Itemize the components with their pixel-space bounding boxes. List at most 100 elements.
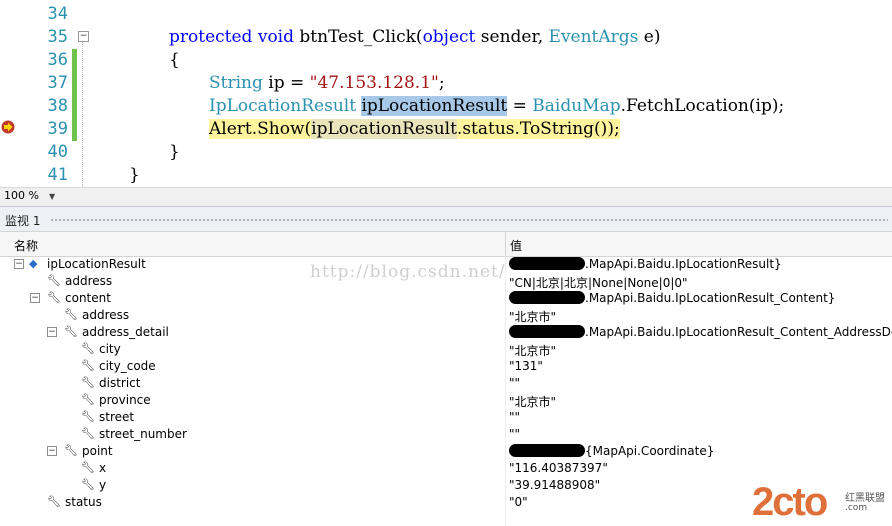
param: sender, (475, 27, 549, 47)
keyword: protected (169, 27, 253, 47)
watch-row-name: street_number (99, 427, 187, 441)
watch-row[interactable]: 🔧︎ x "116.40387397" (0, 460, 892, 477)
collapse-icon[interactable]: − (47, 446, 57, 456)
line-number: 41 (47, 165, 68, 185)
collapse-icon[interactable]: − (14, 259, 24, 269)
watch-row[interactable]: − 🔧︎ address_detail .MapApi.Baidu.IpLoca… (0, 324, 892, 341)
wrench-icon: 🔧︎ (81, 393, 95, 406)
redaction-mark (509, 257, 585, 270)
wrench-icon: 🔧︎ (64, 308, 78, 321)
watch-row-name: y (99, 478, 107, 492)
wrench-icon: 🔧︎ (81, 359, 95, 372)
param: e) (638, 27, 661, 47)
watch-row[interactable]: 🔧︎ district "" (0, 375, 892, 392)
code-line-36: { (169, 50, 180, 70)
watch-row[interactable]: 🔧︎ street_number "" (0, 426, 892, 443)
watch-row-name: x (99, 461, 107, 475)
watch-row-name: street (99, 410, 135, 424)
type-name: IpLocationResult (209, 96, 357, 116)
line-number: 35 (47, 27, 68, 47)
wrench-icon: 🔧︎ (64, 444, 78, 457)
type-name: EventArgs (548, 27, 639, 47)
wrench-icon: 🔧︎ (81, 410, 95, 423)
watch-row-name: district (99, 376, 141, 390)
watch-row[interactable]: 🔧︎ province "北京市" (0, 392, 892, 409)
watch-row-value: .MapApi.Baidu.IpLocationResult_Content} (509, 291, 835, 305)
watch-row-value: "CN|北京|北京|None|None|0|0" (509, 276, 688, 290)
column-header-value[interactable]: 值 (510, 237, 522, 254)
code-editor[interactable]: 34 35 36 37 38 39 40 41 − protected void… (0, 0, 892, 187)
watch-grid-header: 名称 值 (0, 231, 892, 257)
code-text: = (507, 96, 533, 116)
watch-window-titlebar[interactable]: 监视 1 (0, 206, 892, 231)
collapse-region-icon[interactable]: − (78, 31, 89, 42)
watch-row-name: address (65, 274, 113, 288)
wrench-icon: 🔧︎ (47, 495, 61, 508)
code-text: .FetchLocation(ip); (620, 96, 785, 116)
watermark-text: http://blog.csdn.net/ (310, 262, 506, 282)
watch-row-value: "131" (509, 359, 543, 373)
watch-row-value: "" (509, 427, 521, 441)
current-statement: Alert.Show( (209, 119, 312, 139)
watch-row-value: "" (509, 410, 521, 424)
editor-status-bar: 100 % ▼ (0, 187, 892, 206)
type-name: BaiduMap (532, 96, 621, 116)
watch-row-value: "北京市" (509, 344, 557, 358)
watch-row[interactable]: 🔧︎ street "" (0, 409, 892, 426)
drag-grip[interactable] (50, 218, 888, 223)
watch-row-value: .MapApi.Baidu.IpLocationResult} (509, 257, 782, 271)
redaction-mark (509, 325, 585, 338)
watch-row-name: province (99, 393, 151, 407)
wrench-icon: 🔧︎ (81, 478, 95, 491)
code-line-35: protected void btnTest_Click(object send… (169, 26, 661, 49)
watch-window-title: 监视 1 (5, 214, 41, 228)
column-header-name[interactable]: 名称 (14, 237, 38, 254)
watch-row[interactable]: − 🔧︎ content .MapApi.Baidu.IpLocationRes… (0, 290, 892, 307)
wrench-icon: 🔧︎ (81, 342, 95, 355)
watch-row[interactable]: 🔧︎ city "北京市" (0, 341, 892, 358)
zoom-level: 100 % (4, 189, 39, 202)
change-tracking-bar (72, 49, 77, 141)
highlighted-reference[interactable]: ipLocationResult (361, 96, 508, 116)
watch-row-name: address (82, 308, 130, 322)
watch-row[interactable]: 🔧︎ address "北京市" (0, 307, 892, 324)
object-icon: ◆ (29, 257, 38, 270)
watch-row-name: ipLocationResult (47, 257, 146, 271)
keyword: object (422, 27, 476, 47)
zoom-dropdown[interactable]: 100 % ▼ (4, 189, 55, 202)
line-number: 36 (47, 50, 68, 70)
column-divider[interactable] (505, 232, 506, 256)
watch-row-value: "" (509, 376, 521, 390)
current-statement: .status.ToString()); (456, 119, 620, 139)
watch-row-name: address_detail (82, 325, 169, 339)
wrench-icon: 🔧︎ (47, 274, 61, 287)
wrench-icon: 🔧︎ (81, 427, 95, 440)
type-name: String (209, 73, 263, 93)
wrench-icon: 🔧︎ (81, 461, 95, 474)
keyword: void (257, 27, 295, 47)
highlighted-reference[interactable]: ipLocationResult (311, 119, 457, 139)
method-name: btnTest_Click( (299, 27, 423, 47)
watch-row-value: .MapApi.Baidu.IpLocationResult_Content_A… (509, 325, 892, 339)
watch-row-name: city (99, 342, 121, 356)
breakpoint-arrow-icon[interactable] (1, 120, 15, 134)
watch-row-name: city_code (99, 359, 156, 373)
chevron-down-icon: ▼ (48, 192, 56, 201)
watch-row[interactable]: 🔧︎ city_code "131" (0, 358, 892, 375)
site-logo-url: .com (845, 503, 868, 513)
line-number: 38 (47, 96, 68, 116)
watch-row[interactable]: − 🔧︎ point {MapApi.Coordinate} (0, 443, 892, 460)
redaction-mark (509, 444, 585, 457)
line-number: 40 (47, 142, 68, 162)
watch-row-name: content (65, 291, 111, 305)
collapse-icon[interactable]: − (30, 293, 40, 303)
collapse-icon[interactable]: − (47, 327, 57, 337)
watch-row-name: status (65, 495, 102, 509)
watch-row-value: "39.91488908" (509, 478, 601, 492)
watch-row-value: "116.40387397" (509, 461, 608, 475)
redaction-mark (509, 291, 585, 304)
code-line-40: } (169, 142, 180, 162)
line-number: 39 (47, 119, 68, 139)
code-text: ; (438, 73, 445, 93)
watch-row-name: point (82, 444, 113, 458)
